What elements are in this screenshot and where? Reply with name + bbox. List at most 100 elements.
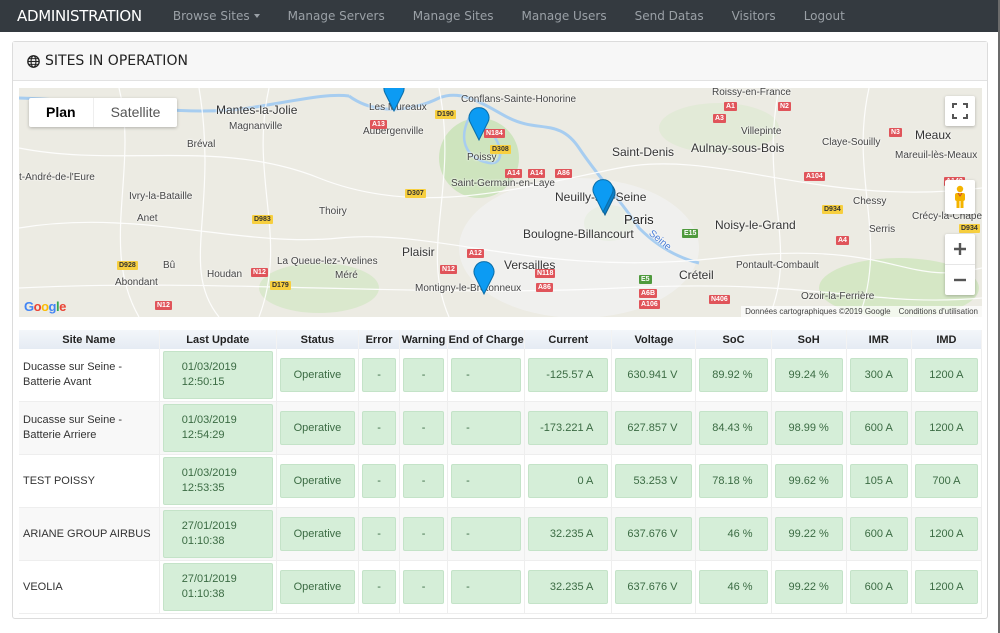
place-label: Saint-Germain-en-Laye [451,178,555,189]
road-badge: N2 [778,102,791,111]
column-header[interactable]: Status [276,330,360,349]
column-header[interactable]: Voltage [611,330,697,349]
warning-cell: - [403,358,445,392]
status-badge: Operative [279,517,355,551]
road-badge: D179 [270,281,291,290]
place-label: Mantes-la-Jolie [216,103,298,117]
road-badge: A13 [370,120,387,129]
warning-cell: - [403,517,445,551]
place-label: Ivry-la-Bataille [129,191,193,202]
zoom-out-button[interactable] [945,265,975,295]
nav-browse-sites[interactable]: Browse Sites [159,9,274,23]
street-view-button[interactable] [945,180,975,214]
road-badge: A86 [555,169,572,178]
road-badge: D308 [490,145,511,154]
site-name-cell: Ducasse sur Seine - Batterie Arriere [19,401,160,455]
voltage-cell: 630.941 V [615,358,693,392]
pegman-icon [955,185,965,208]
last-update-time: 12:54:29 [181,429,225,441]
map-type-control: Plan Satellite [29,98,178,127]
soh-cell: 99.22 % [774,517,843,551]
last-update-cell: 01/03/2019 12:54:29 [162,404,273,452]
zoom-control [945,234,975,295]
place-label: Meaux [915,128,952,142]
column-header[interactable]: IMR [846,330,912,349]
map-type-satellite-button[interactable]: Satellite [92,98,178,127]
nav-manage-sites[interactable]: Manage Sites [399,9,508,23]
table-row[interactable]: Ducasse sur Seine - Batterie Avant 01/03… [19,349,983,402]
error-cell: - [362,358,397,392]
brand-title[interactable]: ADMINISTRATION [17,7,142,25]
map-marker-icon[interactable] [467,105,491,141]
table-row[interactable]: ARIANE GROUP AIRBUS 27/01/2019 01:10:38 O… [19,507,983,561]
column-header[interactable]: Current [524,330,613,349]
place-label: Boulogne-Billancourt [523,227,634,241]
card-header: SITES IN OPERATION [13,42,987,81]
road-badge: D934 [822,205,843,214]
sites-map[interactable]: Mantes-la-Jolie Les Mureaux Conflans-Sai… [19,88,982,317]
place-label: Villepinte [741,126,782,137]
map-marker-icon[interactable] [472,259,496,295]
column-header[interactable]: SoC [695,330,772,349]
column-header[interactable]: End of Charge [447,330,526,349]
column-header[interactable]: Warning [399,330,449,349]
road-badge: D983 [252,215,273,224]
soh-cell: 99.62 % [774,464,843,498]
minus-icon [954,278,966,281]
road-badge: D307 [405,189,426,198]
place-label: Mareuil-lès-Meaux [895,150,978,161]
map-attribution: Données cartographiques ©2019 Google Cond… [741,306,982,317]
imr-cell: 300 A [849,358,908,392]
road-badge: A86 [536,283,553,292]
imd-cell: 1200 A [914,411,978,445]
status-badge: Operative [279,464,355,498]
google-logo[interactable]: Google [24,299,66,314]
place-label: Bréval [187,139,216,150]
map-marker-icon[interactable] [591,177,615,213]
place-label: Ozoir-la-Ferrière [801,291,875,302]
table-header-row: Site Name Last Update Status Error Warni… [19,330,983,349]
nav-send-datas[interactable]: Send Datas [621,9,718,23]
place-label: Plaisir [402,245,435,259]
site-name-cell: VEOLIA [19,560,160,614]
nav-logout[interactable]: Logout [790,9,859,23]
last-update-cell: 01/03/2019 12:53:35 [162,457,273,505]
map-marker-icon[interactable] [382,88,406,112]
road-badge: E15 [682,229,699,238]
road-badge: N12 [251,268,268,277]
zoom-in-button[interactable] [945,235,975,265]
fullscreen-icon [952,103,968,119]
sites-card: SITES IN OPERATION Mantes-la-Jolie Les M… [12,41,988,619]
imr-cell: 600 A [849,411,908,445]
map-data-credit: Données cartographiques ©2019 Google [745,307,891,316]
fullscreen-button[interactable] [945,96,975,126]
site-name-cell: ARIANE GROUP AIRBUS [19,507,160,561]
imd-cell: 1200 A [914,358,978,392]
status-badge: Operative [279,570,355,604]
map-terms-link[interactable]: Conditions d'utilisation [899,307,978,316]
soh-cell: 99.24 % [774,358,843,392]
last-update-cell: 01/03/2019 12:50:15 [162,351,273,399]
column-header[interactable]: SoH [771,330,847,349]
nav-visitors[interactable]: Visitors [718,9,790,23]
imr-cell: 600 A [849,517,908,551]
table-row[interactable]: Ducasse sur Seine - Batterie Arriere 01/… [19,401,983,455]
table-row[interactable]: TEST POISSY 01/03/2019 12:53:35 Operative… [19,454,983,508]
column-header[interactable]: Error [358,330,401,349]
map-type-plan-button[interactable]: Plan [29,98,93,127]
column-header[interactable]: Last Update [159,330,277,349]
column-header[interactable]: Site Name [19,330,160,349]
road-badge: A4 [836,236,849,245]
nav-manage-servers[interactable]: Manage Servers [274,9,399,23]
place-label: Bû [163,260,176,271]
column-header[interactable]: IMD [911,330,983,349]
error-cell: - [362,517,397,551]
place-label: Conflans-Sainte-Honorine [461,94,577,105]
road-badge: A12 [467,249,484,258]
end-of-charge-cell: - [451,411,522,445]
place-label: Roissy-en-France [712,88,791,98]
nav-manage-users[interactable]: Manage Users [508,9,621,23]
imd-cell: 1200 A [914,570,978,604]
card-title: SITES IN OPERATION [45,53,188,69]
table-row[interactable]: VEOLIA 27/01/2019 01:10:38 Operative - - … [19,560,983,614]
